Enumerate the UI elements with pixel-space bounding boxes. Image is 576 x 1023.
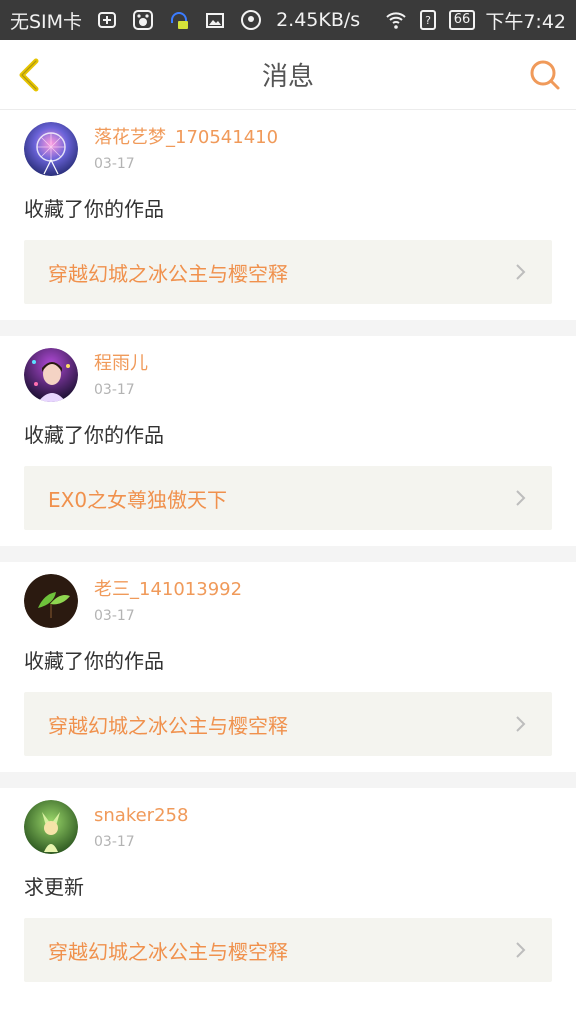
back-icon[interactable] — [14, 57, 48, 93]
avatar[interactable] — [24, 574, 78, 628]
no-sim-icon: ? — [419, 10, 436, 30]
username[interactable]: 程雨儿 — [94, 352, 148, 376]
message-date: 03-17 — [94, 156, 135, 172]
work-title: EX0之女尊独傲天下 — [48, 487, 228, 512]
message-date: 03-17 — [94, 608, 135, 624]
clock: 下午7:42 — [485, 10, 566, 33]
headset-icon — [171, 12, 189, 29]
action-text: 收藏了你的作品 — [24, 197, 164, 221]
status-bar: 无SIM卡 2.45KB/s ? 66 下午7:42 — [0, 0, 576, 40]
username[interactable]: 落花艺梦_170541410 — [94, 126, 278, 150]
avatar[interactable] — [24, 348, 78, 402]
svg-text:?: ? — [425, 14, 431, 27]
divider — [0, 320, 576, 336]
message-card: snaker258 03-17 求更新 穿越幻城之冰公主与樱空释 — [0, 788, 576, 998]
message-card: 落花艺梦_170541410 03-17 收藏了你的作品 穿越幻城之冰公主与樱空… — [0, 110, 576, 320]
username[interactable]: 老三_141013992 — [94, 578, 242, 602]
page-title: 消息 — [261, 62, 314, 92]
work-link[interactable]: 穿越幻城之冰公主与樱空释 — [24, 240, 552, 304]
work-title: 穿越幻城之冰公主与樱空释 — [48, 261, 288, 286]
divider — [0, 772, 576, 788]
baidu-icon — [133, 10, 154, 30]
work-title: 穿越幻城之冰公主与樱空释 — [48, 939, 288, 964]
add-box-icon — [98, 12, 117, 28]
action-text: 收藏了你的作品 — [24, 423, 164, 447]
avatar[interactable] — [24, 122, 78, 176]
avatar[interactable] — [24, 800, 78, 854]
divider — [0, 546, 576, 562]
battery-indicator: 66 — [448, 10, 476, 30]
action-text: 收藏了你的作品 — [24, 649, 164, 673]
work-link[interactable]: EX0之女尊独傲天下 — [24, 466, 552, 530]
wifi-icon — [386, 12, 406, 29]
chevron-right-icon — [516, 264, 526, 280]
work-link[interactable]: 穿越幻城之冰公主与樱空释 — [24, 918, 552, 982]
action-text: 求更新 — [24, 875, 84, 899]
message-date: 03-17 — [94, 834, 135, 850]
work-title: 穿越幻城之冰公主与樱空释 — [48, 713, 288, 738]
message-list: 落花艺梦_170541410 03-17 收藏了你的作品 穿越幻城之冰公主与樱空… — [0, 110, 576, 998]
message-date: 03-17 — [94, 382, 135, 398]
chevron-right-icon — [516, 716, 526, 732]
chevron-right-icon — [516, 490, 526, 506]
message-card: 老三_141013992 03-17 收藏了你的作品 穿越幻城之冰公主与樱空释 — [0, 562, 576, 772]
username[interactable]: snaker258 — [94, 804, 188, 828]
carrier-text: 无SIM卡 — [10, 10, 83, 33]
work-link[interactable]: 穿越幻城之冰公主与樱空释 — [24, 692, 552, 756]
chevron-right-icon — [516, 942, 526, 958]
image-icon — [206, 13, 225, 28]
network-speed: 2.45KB/s — [276, 9, 361, 31]
message-card: 程雨儿 03-17 收藏了你的作品 EX0之女尊独傲天下 — [0, 336, 576, 546]
app-header: 消息 — [0, 40, 576, 110]
app-icon — [241, 10, 262, 30]
search-icon[interactable] — [528, 58, 562, 92]
